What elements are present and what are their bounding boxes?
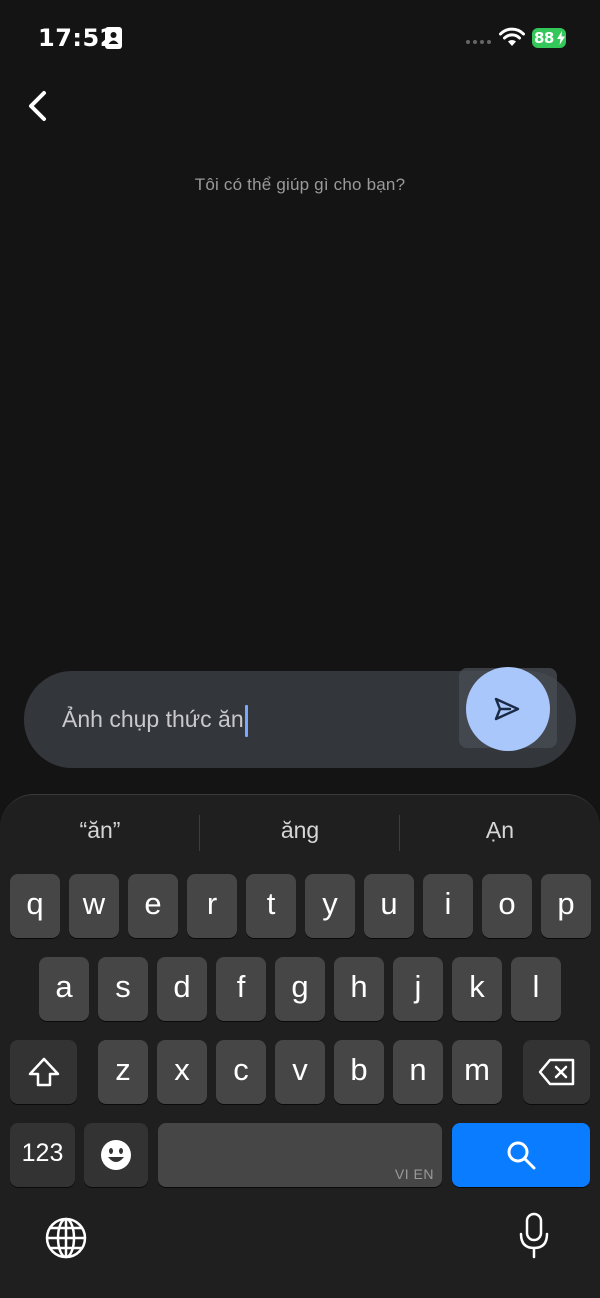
key-k[interactable]: k [452,957,502,1021]
key-n[interactable]: n [393,1040,443,1104]
shift-icon [28,1057,60,1087]
key-g[interactable]: g [275,957,325,1021]
key-v[interactable]: v [275,1040,325,1104]
key-a[interactable]: a [39,957,89,1021]
send-button[interactable] [466,667,550,751]
text-caret [244,705,248,737]
status-bar: 17:52 88 [0,0,600,76]
key-q[interactable]: q [10,874,60,938]
key-z[interactable]: z [98,1040,148,1104]
key-x[interactable]: x [157,1040,207,1104]
key-u[interactable]: u [364,874,414,938]
language-hint: VI EN [394,1166,434,1182]
key-o[interactable]: o [482,874,532,938]
key-m[interactable]: m [452,1040,502,1104]
suggestion-3[interactable]: Ạn [400,817,600,844]
backspace-icon [538,1058,575,1086]
key-f[interactable]: f [216,957,266,1021]
key-y[interactable]: y [305,874,355,938]
key-l[interactable]: l [511,957,561,1021]
charging-bolt-icon [557,31,565,45]
key-e[interactable]: e [128,874,178,938]
key-s[interactable]: s [98,957,148,1021]
suggestion-bar: “ăn” ăng Ạn [0,795,600,871]
assistant-prompt: Tôi có thể giúp gì cho bạn? [194,175,406,194]
key-w[interactable]: w [69,874,119,938]
key-i[interactable]: i [423,874,473,938]
backspace-key[interactable] [523,1040,590,1104]
microphone-icon[interactable] [517,1212,551,1260]
key-c[interactable]: c [216,1040,266,1104]
chevron-left-icon [29,91,46,121]
contact-card-icon [105,27,122,49]
emoji-key[interactable] [84,1123,148,1187]
message-input-value: Ảnh chụp thức ăn [62,706,244,733]
key-j[interactable]: j [393,957,443,1021]
cellular-signal-icon [466,40,491,44]
key-t[interactable]: t [246,874,296,938]
shift-key[interactable] [10,1040,77,1104]
space-key[interactable]: VI EN [158,1123,442,1187]
back-button[interactable] [18,84,58,128]
message-input-text[interactable]: Ảnh chụp thức ăn [62,705,248,737]
battery-indicator: 88 [532,28,566,48]
wifi-icon [499,27,525,46]
key-d[interactable]: d [157,957,207,1021]
key-p[interactable]: p [541,874,591,938]
numbers-key[interactable]: 123 [10,1123,75,1187]
search-icon [507,1141,536,1170]
suggestion-2[interactable]: ăng [200,817,400,844]
emoji-icon [101,1140,131,1170]
battery-level: 88 [534,29,554,47]
key-r[interactable]: r [187,874,237,938]
search-key[interactable] [452,1123,590,1187]
keyboard: “ăn” ăng Ạn q w e r t y u i o p a s d f … [0,794,600,1298]
globe-icon[interactable] [44,1216,88,1260]
key-b[interactable]: b [334,1040,384,1104]
suggestion-1[interactable]: “ăn” [0,817,200,844]
key-h[interactable]: h [334,957,384,1021]
send-icon [494,697,520,721]
